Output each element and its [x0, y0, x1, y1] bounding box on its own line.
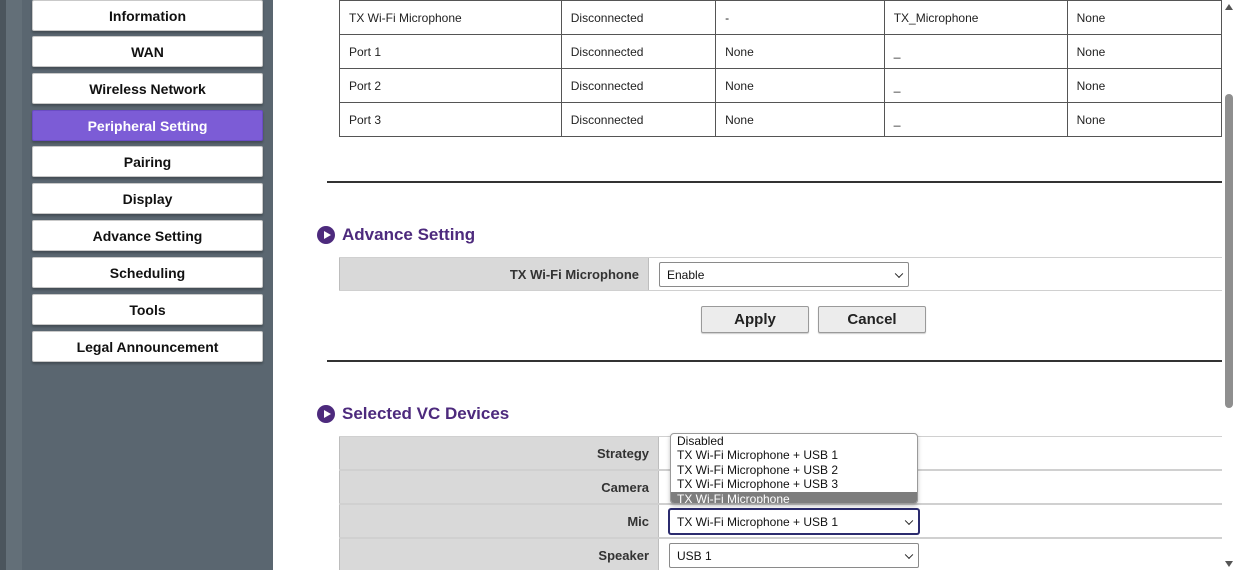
table-cell-device: _ [883, 34, 1068, 69]
camera-label: Camera [339, 471, 659, 503]
table-cell-status: Disconnected [560, 68, 717, 103]
advance-setting-heading: Advance Setting [317, 225, 475, 245]
sidebar-shade [6, 0, 22, 570]
selected-vc-devices-heading: Selected VC Devices [317, 404, 509, 424]
scrollbar-thumb[interactable] [1225, 94, 1233, 408]
table-cell-value: None [715, 68, 885, 103]
sidebar-item-pairing[interactable]: Pairing [32, 146, 263, 177]
dropdown-option-tx-mic[interactable]: TX Wi-Fi Microphone [671, 491, 917, 503]
peripheral-status-table: TX Wi-Fi Microphone Disconnected - TX_Mi… [339, 0, 1223, 137]
chevron-down-icon [904, 516, 914, 525]
section-divider [327, 360, 1222, 362]
table-cell-device: TX_Microphone [883, 0, 1068, 35]
table-cell-port: Port 3 [339, 102, 562, 137]
scroll-up-arrow-icon[interactable] [1225, 4, 1233, 10]
strategy-label: Strategy [339, 437, 659, 469]
table-cell-value: None [715, 34, 885, 69]
table-cell-value: None [715, 102, 885, 137]
section-title-text: Advance Setting [342, 225, 476, 244]
tx-mic-label: TX Wi-Fi Microphone [339, 258, 649, 290]
tx-mic-setting-row: TX Wi-Fi Microphone Enable [339, 257, 1222, 291]
sidebar-item-wireless-network[interactable]: Wireless Network [32, 73, 263, 104]
table-cell-device: _ [883, 68, 1068, 103]
table-cell-value: - [715, 0, 885, 35]
mic-label: Mic [339, 505, 659, 537]
sidebar-item-information[interactable]: Information [32, 0, 263, 31]
scroll-down-arrow-icon[interactable] [1225, 561, 1233, 567]
sidebar: Information WAN Wireless Network Periphe… [0, 0, 273, 570]
cancel-button[interactable]: Cancel [818, 306, 926, 333]
chevron-down-icon [904, 550, 914, 559]
table-cell-value: None [1066, 34, 1223, 69]
sidebar-item-wan[interactable]: WAN [32, 36, 263, 67]
table-row: TX Wi-Fi Microphone Disconnected - TX_Mi… [339, 0, 1223, 35]
sidebar-item-peripheral-setting[interactable]: Peripheral Setting [32, 110, 263, 141]
mic-row: Mic TX Wi-Fi Microphone + USB 1 [339, 504, 1222, 538]
table-row: Port 3 Disconnected None _ None [339, 102, 1223, 137]
apply-button[interactable]: Apply [701, 306, 809, 333]
mic-select[interactable]: TX Wi-Fi Microphone + USB 1 [669, 509, 919, 534]
table-cell-status: Disconnected [560, 34, 717, 69]
table-cell-status: Disconnected [560, 0, 717, 35]
dropdown-option-mic-usb-1[interactable]: TX Wi-Fi Microphone + USB 1 [671, 448, 917, 462]
table-cell-port: Port 2 [339, 68, 562, 103]
play-circle-icon [317, 226, 335, 244]
table-cell-value: None [1066, 0, 1223, 35]
table-cell-device: _ [883, 102, 1068, 137]
tx-mic-select[interactable]: Enable [659, 262, 909, 287]
mic-select-value: TX Wi-Fi Microphone + USB 1 [677, 514, 839, 529]
table-row: Port 1 Disconnected None _ None [339, 34, 1223, 69]
sidebar-item-scheduling[interactable]: Scheduling [32, 257, 263, 288]
sidebar-item-advance-setting[interactable]: Advance Setting [32, 220, 263, 251]
table-row: Port 2 Disconnected None _ None [339, 68, 1223, 103]
speaker-row: Speaker USB 1 [339, 538, 1222, 570]
vertical-scrollbar[interactable] [1222, 0, 1237, 570]
sidebar-item-display[interactable]: Display [32, 183, 263, 214]
table-cell-status: Disconnected [560, 102, 717, 137]
sidebar-item-legal-announcement[interactable]: Legal Announcement [32, 331, 263, 362]
speaker-select-value: USB 1 [677, 548, 712, 563]
dropdown-option-mic-usb-3[interactable]: TX Wi-Fi Microphone + USB 3 [671, 477, 917, 491]
dropdown-option-mic-usb-2[interactable]: TX Wi-Fi Microphone + USB 2 [671, 463, 917, 477]
sidebar-item-tools[interactable]: Tools [32, 294, 263, 325]
table-cell-value: None [1066, 102, 1223, 137]
play-circle-icon [317, 405, 335, 423]
table-cell-port: TX Wi-Fi Microphone [339, 0, 562, 35]
mic-dropdown-list: Disabled TX Wi-Fi Microphone + USB 1 TX … [670, 433, 918, 504]
dropdown-option-disabled[interactable]: Disabled [671, 434, 917, 448]
chevron-down-icon [894, 269, 904, 278]
speaker-select[interactable]: USB 1 [669, 543, 919, 568]
table-cell-value: None [1066, 68, 1223, 103]
table-cell-port: Port 1 [339, 34, 562, 69]
section-divider [327, 181, 1222, 183]
speaker-label: Speaker [339, 539, 659, 570]
section-title-text: Selected VC Devices [342, 404, 510, 423]
tx-mic-select-value: Enable [667, 267, 705, 282]
